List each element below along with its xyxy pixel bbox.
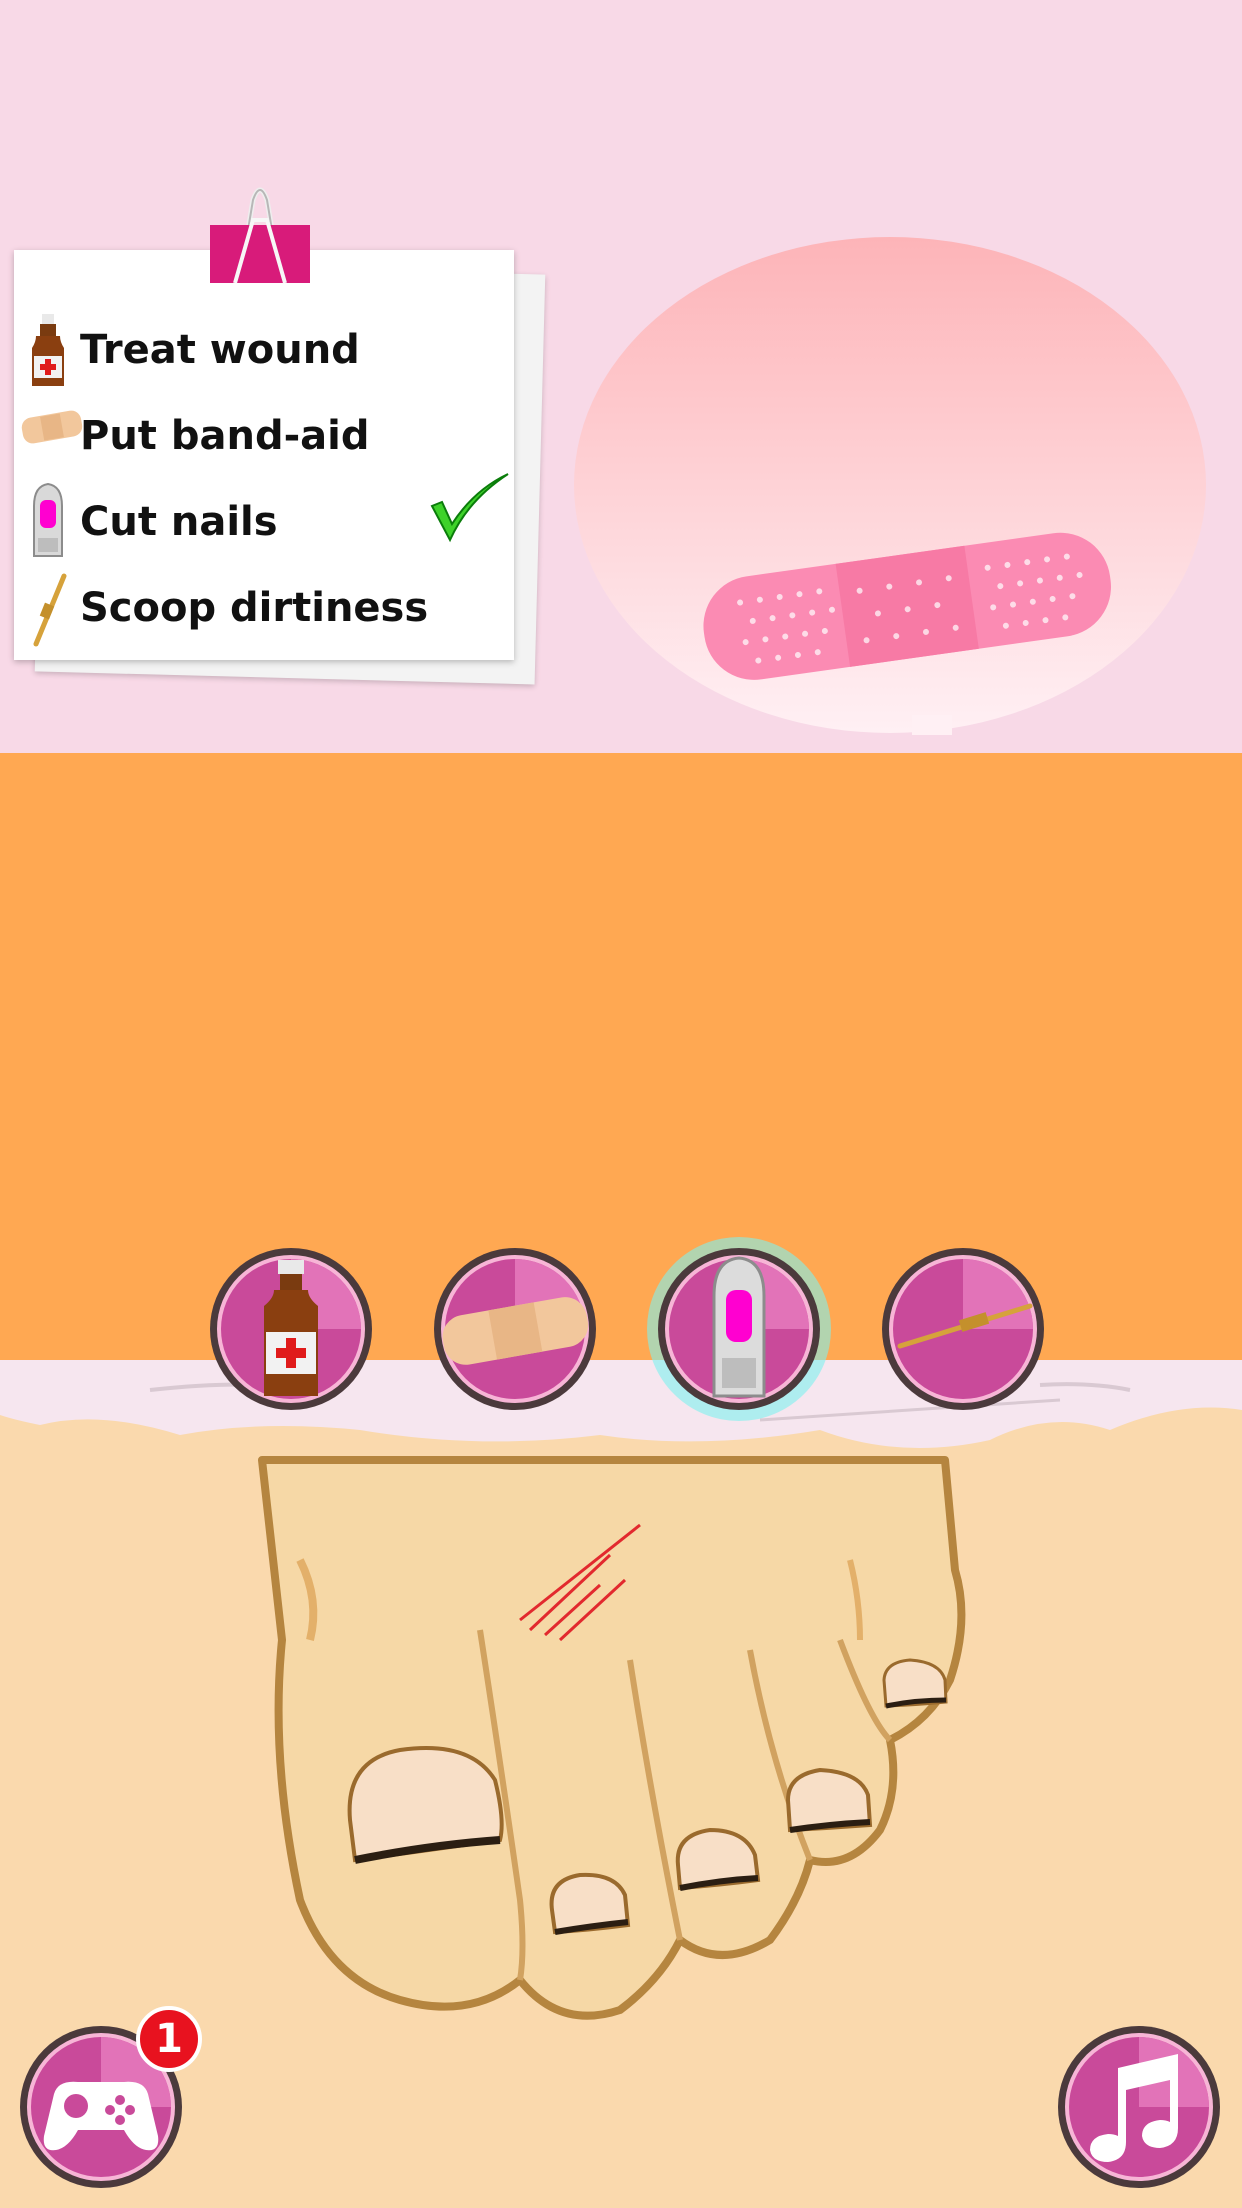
task-scoop-dirtiness: Scoop dirtiness [80, 578, 428, 638]
nail-clipper-icon [18, 480, 78, 560]
task-treat-wound: Treat wound [80, 320, 360, 380]
music-toggle-button[interactable] [1056, 2024, 1222, 2190]
tool-nail-clipper-button[interactable] [647, 1237, 831, 1421]
tool-medicine-bottle-button[interactable] [208, 1246, 374, 1412]
tool-band-aid-button[interactable] [432, 1246, 598, 1412]
task-label: Treat wound [80, 327, 360, 373]
task-put-band-aid: Put band-aid [80, 406, 370, 466]
task-label: Put band-aid [80, 413, 370, 459]
task-cut-nails: Cut nails [80, 492, 278, 552]
band-aid-icon [20, 396, 83, 476]
task-label: Scoop dirtiness [80, 585, 429, 631]
preview-bubble [574, 237, 1206, 735]
notification-badge: 1 [136, 2006, 202, 2072]
tool-scoop-button[interactable] [880, 1246, 1046, 1412]
orange-band [0, 753, 1242, 1360]
task-label: Cut nails [80, 499, 278, 545]
nail-clipper-icon [712, 1256, 766, 1398]
medicine-bottle-icon [18, 312, 78, 392]
checkmark-icon [430, 473, 509, 543]
binder-clip-icon [210, 187, 310, 284]
scoop-tool-icon [18, 570, 78, 650]
